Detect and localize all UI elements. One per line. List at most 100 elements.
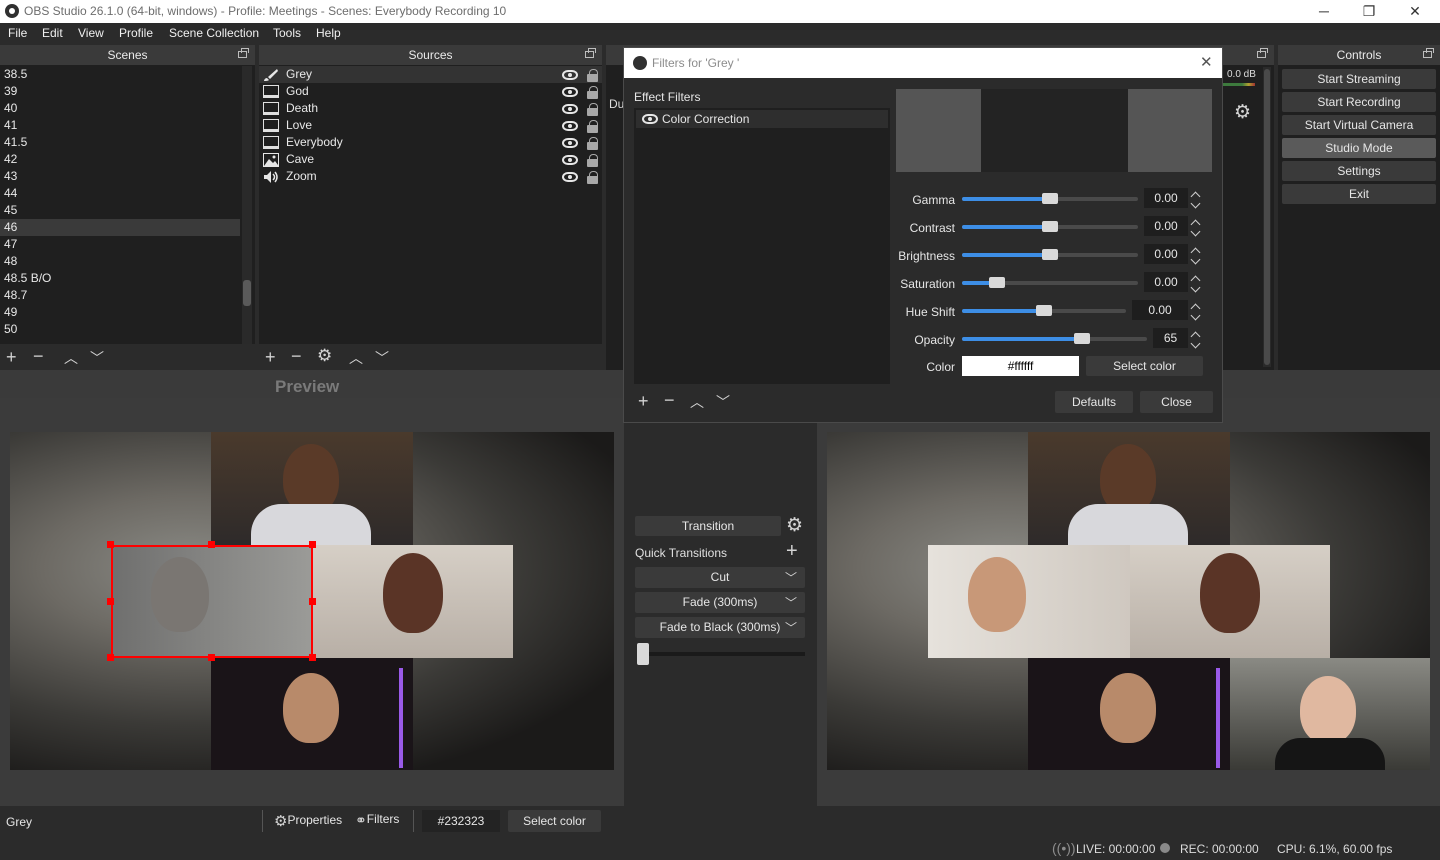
resize-handle[interactable] — [309, 654, 316, 661]
scene-item[interactable]: 49 — [0, 304, 240, 321]
scene-item-selected[interactable]: 46 — [0, 219, 240, 236]
chevron-down-icon[interactable] — [1190, 226, 1201, 237]
scene-item[interactable]: 50 — [0, 321, 240, 338]
scrollbar-thumb[interactable] — [1264, 69, 1270, 365]
selection-box[interactable] — [111, 545, 313, 658]
slider-thumb[interactable] — [1036, 305, 1052, 316]
menu-file[interactable]: File — [8, 26, 27, 40]
dialog-close-icon[interactable]: ✕ — [1200, 53, 1213, 71]
studio-mode-button[interactable]: Studio Mode — [1282, 138, 1436, 158]
chevron-down-icon[interactable] — [1190, 310, 1201, 321]
transition-gear-icon[interactable]: ⚙ — [786, 514, 803, 537]
add-icon[interactable]: + — [265, 348, 276, 366]
slider-thumb[interactable] — [1074, 333, 1090, 344]
lock-icon[interactable] — [587, 86, 598, 99]
select-color-button[interactable]: Select color — [508, 810, 601, 832]
source-item-cave[interactable]: Cave — [259, 151, 602, 168]
filters-button[interactable]: ⚭Filters — [355, 812, 399, 830]
saturation-slider[interactable] — [962, 277, 1138, 288]
scene-item[interactable]: 44 — [0, 185, 240, 202]
add-icon[interactable]: + — [6, 348, 17, 366]
gear-icon[interactable]: ⚙ — [317, 347, 332, 365]
scene-item[interactable]: 48.7 — [0, 287, 240, 304]
source-item-god[interactable]: God — [259, 83, 602, 100]
slider-thumb[interactable] — [989, 277, 1005, 288]
start-streaming-button[interactable]: Start Streaming — [1282, 69, 1436, 89]
source-item-death[interactable]: Death — [259, 100, 602, 117]
brightness-slider[interactable] — [962, 249, 1138, 260]
resize-handle[interactable] — [309, 598, 316, 605]
scenes-scrollbar[interactable] — [242, 66, 252, 344]
menu-profile[interactable]: Profile — [119, 26, 153, 40]
scene-item[interactable]: 40 — [0, 100, 240, 117]
scene-item[interactable]: 38.5 — [0, 66, 240, 83]
spin-arrows[interactable] — [1189, 216, 1205, 237]
mixer-scrollbar[interactable] — [1263, 67, 1271, 367]
move-up-icon[interactable]: ︿ — [64, 349, 78, 367]
menu-scene-collection[interactable]: Scene Collection — [169, 26, 259, 40]
spin-arrows[interactable] — [1189, 244, 1205, 265]
source-item-everybody[interactable]: Everybody — [259, 134, 602, 151]
visibility-eye-icon[interactable] — [562, 104, 578, 114]
minimize-button[interactable]: ─ — [1301, 0, 1347, 23]
visibility-eye-icon[interactable] — [562, 155, 578, 165]
menu-edit[interactable]: Edit — [42, 26, 63, 40]
menu-tools[interactable]: Tools — [273, 26, 301, 40]
lock-icon[interactable] — [587, 120, 598, 133]
visibility-eye-icon[interactable] — [562, 138, 578, 148]
slider-thumb[interactable] — [1042, 221, 1058, 232]
chevron-down-icon[interactable] — [1190, 282, 1201, 293]
lock-icon[interactable] — [587, 103, 598, 116]
scene-item[interactable]: 47 — [0, 236, 240, 253]
remove-icon[interactable]: − — [33, 347, 44, 365]
gamma-value[interactable]: 0.00 — [1144, 188, 1188, 208]
resize-handle[interactable] — [107, 654, 114, 661]
start-recording-button[interactable]: Start Recording — [1282, 92, 1436, 112]
lock-icon[interactable] — [587, 137, 598, 150]
add-quick-transition-icon[interactable]: + — [786, 540, 798, 563]
preview-canvas[interactable] — [10, 432, 614, 770]
move-down-icon[interactable]: ﹀ — [90, 349, 104, 367]
saturation-value[interactable]: 0.00 — [1144, 272, 1188, 292]
move-down-icon[interactable]: ﹀ — [375, 349, 389, 367]
scene-item[interactable]: 39 — [0, 83, 240, 100]
move-down-icon[interactable]: ﹀ — [716, 393, 730, 411]
brightness-value[interactable]: 0.00 — [1144, 244, 1188, 264]
resize-handle[interactable] — [208, 654, 215, 661]
undock-icon[interactable] — [585, 48, 596, 58]
scene-item[interactable]: 42 — [0, 151, 240, 168]
chevron-down-icon[interactable]: ﹀ — [785, 593, 797, 614]
chevron-down-icon[interactable] — [1190, 198, 1201, 209]
contrast-slider[interactable] — [962, 221, 1138, 232]
scene-item[interactable]: 48.5 B/O — [0, 270, 240, 287]
properties-button[interactable]: ⚙Properties — [274, 812, 342, 830]
add-icon[interactable]: + — [638, 392, 649, 410]
mixer-gear-icon[interactable]: ⚙ — [1234, 101, 1251, 124]
visibility-eye-icon[interactable] — [562, 87, 578, 97]
scene-item[interactable]: 45 — [0, 202, 240, 219]
scene-item[interactable]: 43 — [0, 168, 240, 185]
gamma-slider[interactable] — [962, 193, 1138, 204]
restore-button[interactable]: ❐ — [1346, 0, 1392, 23]
move-up-icon[interactable]: ︿ — [690, 393, 704, 411]
menu-view[interactable]: View — [78, 26, 104, 40]
select-color-button[interactable]: Select color — [1086, 356, 1203, 376]
close-button[interactable]: ✕ — [1392, 0, 1438, 23]
visibility-eye-icon[interactable] — [562, 121, 578, 131]
scene-item[interactable]: 48 — [0, 253, 240, 270]
spin-arrows[interactable] — [1189, 188, 1205, 209]
dialog-close-button[interactable]: Close — [1140, 391, 1213, 413]
source-item-grey[interactable]: Grey — [259, 66, 602, 83]
undock-icon[interactable] — [1423, 48, 1434, 58]
resize-handle[interactable] — [107, 541, 114, 548]
chevron-down-icon[interactable]: ﹀ — [785, 568, 797, 589]
transition-button[interactable]: Transition — [635, 516, 781, 536]
move-up-icon[interactable]: ︿ — [349, 349, 363, 367]
spin-arrows[interactable] — [1189, 272, 1205, 293]
opacity-slider[interactable] — [962, 333, 1147, 344]
scene-item[interactable]: 41.5 — [0, 134, 240, 151]
scrollbar-thumb[interactable] — [243, 280, 251, 306]
remove-icon[interactable]: − — [291, 347, 302, 365]
visibility-eye-icon[interactable] — [562, 172, 578, 182]
spin-arrows[interactable] — [1189, 300, 1205, 321]
